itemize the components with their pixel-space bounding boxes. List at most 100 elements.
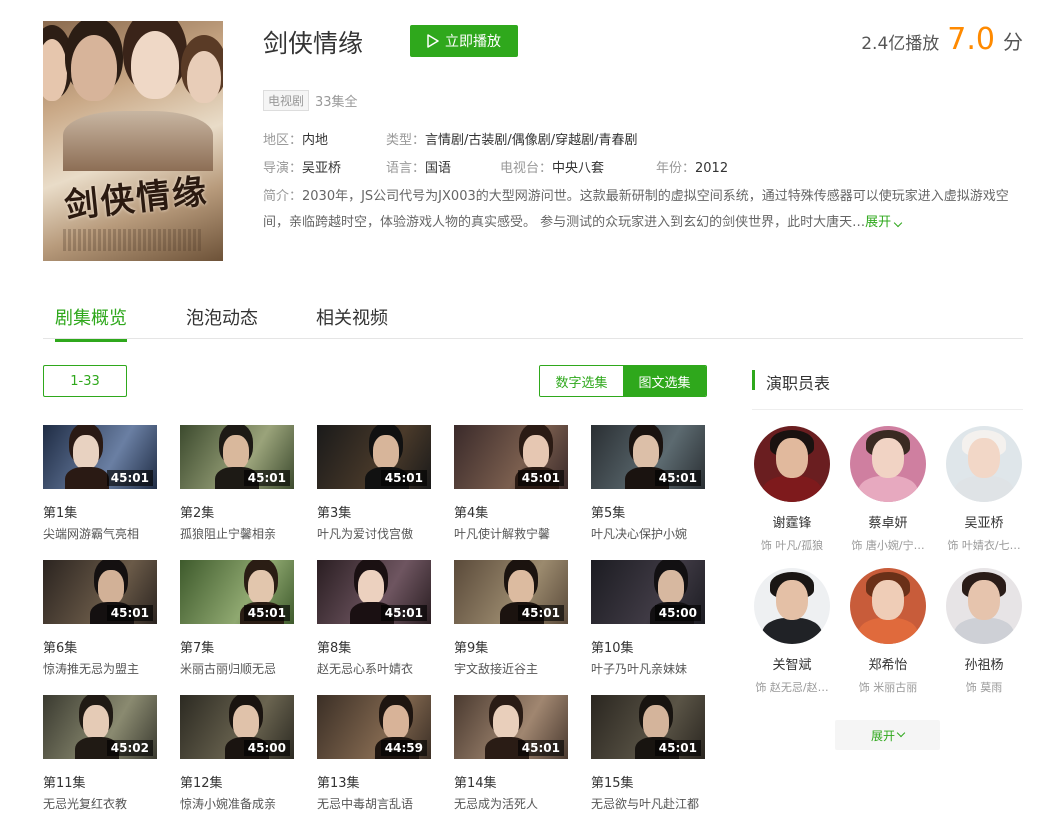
episode-title[interactable]: 尖端网游霸气亮相: [43, 525, 157, 542]
avatar[interactable]: [754, 568, 830, 644]
episode-thumbnail[interactable]: 45:01: [454, 695, 568, 759]
episode-number[interactable]: 第12集: [180, 772, 294, 791]
episode-card[interactable]: 45:01 第3集叶凡为爱讨伐宫傲: [317, 425, 431, 542]
poster-image[interactable]: 剑侠情缘: [43, 21, 223, 261]
cast-member[interactable]: 孙祖杨饰 莫雨: [938, 568, 1030, 695]
episode-number[interactable]: 第14集: [454, 772, 568, 791]
episode-card[interactable]: 45:01 第7集米丽古丽归顺无忌: [180, 560, 294, 677]
episode-title[interactable]: 惊涛小婉准备成亲: [180, 795, 294, 812]
avatar-face: [872, 580, 904, 620]
episode-thumbnail[interactable]: 45:01: [43, 425, 157, 489]
cast-member[interactable]: 关智斌饰 赵无忌/赵…: [746, 568, 838, 695]
synopsis-expand-link[interactable]: 展开: [865, 215, 903, 230]
avatar[interactable]: [946, 426, 1022, 502]
episode-number[interactable]: 第8集: [317, 637, 431, 656]
episode-card[interactable]: 45:01 第2集孤狼阻止宁馨相亲: [180, 425, 294, 542]
tab-related-videos[interactable]: 相关视频: [316, 304, 388, 339]
episode-duration: 45:01: [106, 605, 153, 621]
episode-thumbnail[interactable]: 45:02: [43, 695, 157, 759]
episode-card[interactable]: 45:01 第14集无忌成为活死人: [454, 695, 568, 812]
avatar-shoulders: [858, 476, 918, 502]
episode-card[interactable]: 45:01 第4集叶凡使计解救宁馨: [454, 425, 568, 542]
episode-thumbnail[interactable]: 45:01: [180, 425, 294, 489]
episode-title[interactable]: 叶凡为爱讨伐宫傲: [317, 525, 431, 542]
episode-number[interactable]: 第10集: [591, 637, 705, 656]
tab-bubble-feed[interactable]: 泡泡动态: [186, 304, 258, 339]
cast-member[interactable]: 郑希怡饰 米丽古丽: [842, 568, 934, 695]
cast-name[interactable]: 吴亚桥: [938, 512, 1030, 531]
episode-title[interactable]: 无忌成为活死人: [454, 795, 568, 812]
episode-card[interactable]: 45:01 第6集惊涛推无忌为盟主: [43, 560, 157, 677]
cast-name[interactable]: 郑希怡: [842, 654, 934, 673]
episode-card[interactable]: 44:59 第13集无忌中毒胡言乱语: [317, 695, 431, 812]
episode-title[interactable]: 宇文敌接近谷主: [454, 660, 568, 677]
genre-value[interactable]: 言情剧/古装剧/偶像剧/穿越剧/青春剧: [425, 133, 638, 148]
episode-title[interactable]: 无忌光复红衣教: [43, 795, 157, 812]
episode-thumbnail[interactable]: 45:00: [180, 695, 294, 759]
cast-name[interactable]: 孙祖杨: [938, 654, 1030, 673]
category-badge[interactable]: 电视剧: [263, 90, 310, 111]
episode-thumbnail[interactable]: 45:01: [317, 560, 431, 624]
episode-card[interactable]: 45:01 第1集尖端网游霸气亮相: [43, 425, 157, 542]
episode-title[interactable]: 孤狼阻止宁馨相亲: [180, 525, 294, 542]
episode-number[interactable]: 第2集: [180, 502, 294, 521]
episode-card[interactable]: 45:02 第11集无忌光复红衣教: [43, 695, 157, 812]
episode-number[interactable]: 第3集: [317, 502, 431, 521]
cast-name[interactable]: 关智斌: [746, 654, 838, 673]
numeric-view-button[interactable]: 数字选集: [540, 366, 623, 396]
episode-thumbnail[interactable]: 45:01: [454, 425, 568, 489]
episode-number[interactable]: 第5集: [591, 502, 705, 521]
avatar[interactable]: [946, 568, 1022, 644]
episode-card[interactable]: 45:01 第8集赵无忌心系叶婧衣: [317, 560, 431, 677]
episode-number[interactable]: 第9集: [454, 637, 568, 656]
episode-title[interactable]: 无忌欲与叶凡赴江都: [591, 795, 705, 812]
episode-title[interactable]: 惊涛推无忌为盟主: [43, 660, 157, 677]
episode-number[interactable]: 第7集: [180, 637, 294, 656]
episode-title[interactable]: 叶子乃叶凡亲妹妹: [591, 660, 705, 677]
visual-view-button[interactable]: 图文选集: [623, 366, 706, 396]
avatar[interactable]: [850, 426, 926, 502]
episode-title[interactable]: 叶凡使计解救宁馨: [454, 525, 568, 542]
episode-card[interactable]: 45:00 第12集惊涛小婉准备成亲: [180, 695, 294, 812]
episode-card[interactable]: 45:01 第5集叶凡决心保护小婉: [591, 425, 705, 542]
episode-thumbnail[interactable]: 44:59: [317, 695, 431, 759]
cast-member[interactable]: 蔡卓妍饰 唐小婉/宁…: [842, 426, 934, 553]
episode-thumbnail[interactable]: 45:01: [43, 560, 157, 624]
episode-thumbnail[interactable]: 45:01: [317, 425, 431, 489]
episode-thumbnail[interactable]: 45:01: [591, 425, 705, 489]
episode-number[interactable]: 第4集: [454, 502, 568, 521]
director-value[interactable]: 吴亚桥: [302, 161, 341, 176]
episode-thumbnail[interactable]: 45:01: [591, 695, 705, 759]
episode-thumbnail[interactable]: 45:00: [591, 560, 705, 624]
cast-expand-button[interactable]: 展开: [835, 720, 940, 750]
cast-member[interactable]: 吴亚桥饰 叶婧衣/七…: [938, 426, 1030, 553]
episode-title[interactable]: 赵无忌心系叶婧衣: [317, 660, 431, 677]
region-value[interactable]: 内地: [302, 133, 328, 148]
episode-duration: 45:01: [517, 470, 564, 486]
episode-title[interactable]: 米丽古丽归顺无忌: [180, 660, 294, 677]
cast-member[interactable]: 谢霆锋饰 叶凡/孤狼: [746, 426, 838, 553]
episode-number[interactable]: 第6集: [43, 637, 157, 656]
episode-number[interactable]: 第1集: [43, 502, 157, 521]
episode-number[interactable]: 第15集: [591, 772, 705, 791]
episode-title[interactable]: 叶凡决心保护小婉: [591, 525, 705, 542]
episode-thumbnail[interactable]: 45:01: [454, 560, 568, 624]
avatar[interactable]: [754, 426, 830, 502]
episode-title[interactable]: 无忌中毒胡言乱语: [317, 795, 431, 812]
episode-range-button[interactable]: 1-33: [43, 365, 127, 397]
synopsis-label: 简介：: [263, 189, 303, 204]
thumbnail-figure: [383, 705, 409, 739]
play-now-button[interactable]: 立即播放: [410, 25, 518, 57]
episode-thumbnail[interactable]: 45:01: [180, 560, 294, 624]
episode-number[interactable]: 第11集: [43, 772, 157, 791]
episode-card[interactable]: 45:01 第15集无忌欲与叶凡赴江都: [591, 695, 705, 812]
episode-card[interactable]: 45:01 第9集宇文敌接近谷主: [454, 560, 568, 677]
avatar[interactable]: [850, 568, 926, 644]
thumbnail-figure: [493, 705, 519, 739]
tab-episodes-overview[interactable]: 剧集概览: [55, 304, 127, 342]
episode-card[interactable]: 45:00 第10集叶子乃叶凡亲妹妹: [591, 560, 705, 677]
cast-name[interactable]: 蔡卓妍: [842, 512, 934, 531]
cast-name[interactable]: 谢霆锋: [746, 512, 838, 531]
episode-number[interactable]: 第13集: [317, 772, 431, 791]
show-title: 剑侠情缘: [263, 29, 364, 58]
